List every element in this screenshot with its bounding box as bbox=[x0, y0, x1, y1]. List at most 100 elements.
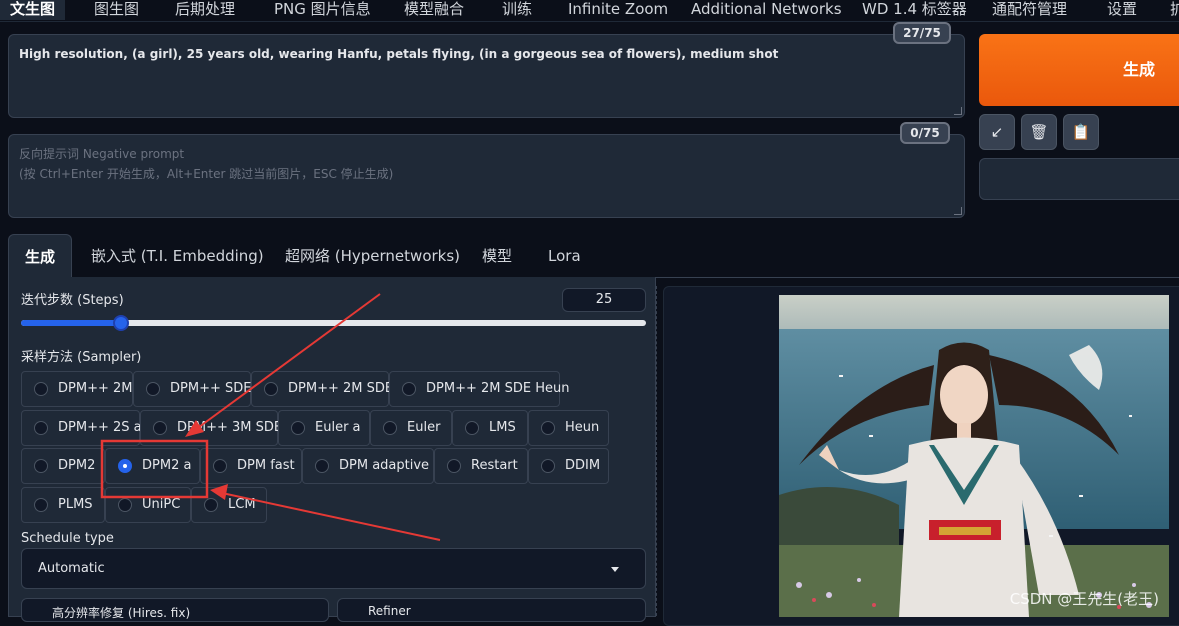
sampler-option-label: DPM adaptive bbox=[339, 458, 430, 473]
generation-tabs: 生成 嵌入式 (T.I. Embedding) 超网络 (Hypernetwor… bbox=[8, 234, 1179, 279]
sampler-option[interactable]: Euler a bbox=[278, 410, 370, 446]
refiner-accordion[interactable]: Refiner bbox=[337, 598, 646, 622]
tab-extras[interactable]: 后期处理 bbox=[175, 0, 235, 20]
tab-img2img[interactable]: 图生图 bbox=[94, 0, 139, 20]
top-tab-bar: 文生图 图生图 后期处理 PNG 图片信息 模型融合 训练 Infinite Z… bbox=[0, 0, 1179, 22]
tab-checkpoints[interactable]: 模型 bbox=[482, 234, 512, 278]
prompt-text: High resolution, (a girl), 25 years old,… bbox=[19, 47, 779, 61]
sampler-option[interactable]: DPM++ 2S a bbox=[21, 410, 142, 446]
generated-image-art bbox=[779, 295, 1169, 617]
panel-divider bbox=[656, 286, 657, 616]
generate-button[interactable]: 生成 bbox=[979, 34, 1179, 106]
sampler-option[interactable]: PLMS bbox=[21, 487, 105, 523]
sampler-option-label: Euler a bbox=[315, 420, 361, 435]
sampler-label: 采样方法 (Sampler) bbox=[21, 350, 142, 365]
sampler-option-label: DPM++ 2M SDE Heun bbox=[426, 381, 570, 396]
sampler-option[interactable]: DPM++ 3M SDE bbox=[140, 410, 282, 446]
sampler-option[interactable]: DPM++ 2M SDE Heun bbox=[389, 371, 569, 407]
sampler-option[interactable]: Heun bbox=[528, 410, 609, 446]
tab-png-info[interactable]: PNG 图片信息 bbox=[274, 0, 371, 20]
prompt-textarea[interactable]: High resolution, (a girl), 25 years old,… bbox=[8, 34, 965, 118]
sampler-option[interactable]: DPM++ 2M SDE bbox=[251, 371, 393, 407]
tab-textual-inversion[interactable]: 嵌入式 (T.I. Embedding) bbox=[91, 234, 264, 278]
tab-checkpoint-merger[interactable]: 模型融合 bbox=[404, 0, 464, 20]
sampler-option-label: Restart bbox=[471, 458, 518, 473]
tab-txt2img[interactable]: 文生图 bbox=[0, 0, 66, 20]
tab-infinite-zoom[interactable]: Infinite Zoom bbox=[568, 0, 668, 20]
radio-dot bbox=[315, 459, 329, 473]
tab-wildcards[interactable]: 通配符管理 bbox=[992, 0, 1067, 20]
styles-dropdown[interactable] bbox=[979, 158, 1179, 200]
negative-prompt-placeholder-1: 反向提示词 Negative prompt bbox=[19, 147, 185, 161]
tab-generation[interactable]: 生成 bbox=[8, 234, 73, 279]
sampler-option-label: LMS bbox=[489, 420, 516, 435]
sampler-option-label: DPM++ 3M SDE bbox=[177, 420, 283, 435]
refiner-label: Refiner bbox=[368, 604, 411, 618]
steps-number-input[interactable]: 25 bbox=[562, 288, 646, 312]
sampler-option[interactable]: Euler bbox=[370, 410, 452, 446]
sampler-option-label: DPM2 bbox=[58, 458, 96, 473]
tab-extensions[interactable]: 扩 bbox=[1170, 0, 1179, 20]
sampler-option-label: LCM bbox=[228, 497, 256, 512]
radio-dot bbox=[447, 459, 461, 473]
sampler-option[interactable]: DPM adaptive bbox=[302, 448, 434, 484]
tab-hypernetworks[interactable]: 超网络 (Hypernetworks) bbox=[285, 234, 460, 278]
sampler-option-label: DPM++ 2M SDE bbox=[288, 381, 394, 396]
clipboard-icon[interactable]: 📋 bbox=[1063, 114, 1099, 150]
trash-icon[interactable]: 🗑 bbox=[1021, 114, 1057, 150]
chevron-down-icon bbox=[611, 567, 619, 572]
radio-dot bbox=[383, 421, 397, 435]
tab-lora[interactable]: Lora bbox=[548, 234, 581, 278]
sampler-option-label: DDIM bbox=[565, 458, 601, 473]
prompt-token-counter: 27/75 bbox=[893, 22, 951, 44]
sampler-option-label: DPM++ 2S a bbox=[58, 420, 142, 435]
steps-slider-thumb[interactable] bbox=[113, 315, 129, 331]
sampler-option-label: UniPC bbox=[142, 497, 181, 512]
hires-fix-accordion[interactable]: 高分辨率修复 (Hires. fix) bbox=[21, 598, 329, 622]
radio-dot bbox=[153, 421, 167, 435]
sampler-option-label: DPM++ SDE bbox=[170, 381, 252, 396]
sampler-option-selected[interactable]: DPM2 a bbox=[105, 448, 200, 484]
sampler-option[interactable]: DPM++ 2M bbox=[21, 371, 133, 407]
schedule-type-value: Automatic bbox=[38, 561, 105, 576]
radio-dot bbox=[118, 498, 132, 512]
read-params-icon[interactable]: ↙ bbox=[979, 114, 1015, 150]
sampler-option-label: DPM fast bbox=[237, 458, 295, 473]
watermark-text: CSDN @王先生(老王) bbox=[1009, 590, 1159, 608]
schedule-type-dropdown[interactable]: Automatic bbox=[21, 548, 646, 589]
sampler-option[interactable]: UniPC bbox=[105, 487, 191, 523]
steps-slider-fill bbox=[21, 320, 121, 326]
sampler-option[interactable]: Restart bbox=[434, 448, 528, 484]
sampler-option-label: DPM++ 2M bbox=[58, 381, 133, 396]
resize-handle[interactable] bbox=[954, 207, 962, 215]
radio-dot bbox=[541, 459, 555, 473]
resize-handle[interactable] bbox=[954, 107, 962, 115]
sampler-option[interactable]: LMS bbox=[452, 410, 528, 446]
tab-wd-tagger[interactable]: WD 1.4 标签器 bbox=[862, 0, 967, 20]
tab-additional-networks[interactable]: Additional Networks bbox=[691, 0, 842, 20]
radio-dot bbox=[291, 421, 305, 435]
sampler-option[interactable]: LCM bbox=[191, 487, 267, 523]
radio-dot bbox=[34, 498, 48, 512]
sampler-option[interactable]: DDIM bbox=[528, 448, 609, 484]
sampler-option[interactable]: DPM fast bbox=[200, 448, 302, 484]
sampler-option-label: DPM2 a bbox=[142, 458, 192, 473]
sampler-option[interactable]: DPM2 bbox=[21, 448, 105, 484]
radio-dot bbox=[402, 382, 416, 396]
generated-image[interactable]: CSDN @王先生(老王) bbox=[779, 295, 1169, 617]
sampler-option-label: PLMS bbox=[58, 497, 93, 512]
sampler-option[interactable]: DPM++ SDE bbox=[133, 371, 251, 407]
negative-token-counter: 0/75 bbox=[900, 122, 950, 144]
radio-dot bbox=[34, 382, 48, 396]
tab-train[interactable]: 训练 bbox=[502, 0, 532, 20]
radio-dot bbox=[34, 459, 48, 473]
negative-prompt-textarea[interactable]: 反向提示词 Negative prompt (按 Ctrl+Enter 开始生成… bbox=[8, 134, 965, 218]
radio-dot bbox=[34, 421, 48, 435]
negative-prompt-placeholder-2: (按 Ctrl+Enter 开始生成，Alt+Enter 跳过当前图片，ESC … bbox=[19, 167, 394, 181]
tab-settings[interactable]: 设置 bbox=[1107, 0, 1137, 20]
radio-dot bbox=[541, 421, 555, 435]
radio-dot bbox=[146, 382, 160, 396]
radio-dot bbox=[465, 421, 479, 435]
radio-dot bbox=[204, 498, 218, 512]
radio-dot bbox=[213, 459, 227, 473]
